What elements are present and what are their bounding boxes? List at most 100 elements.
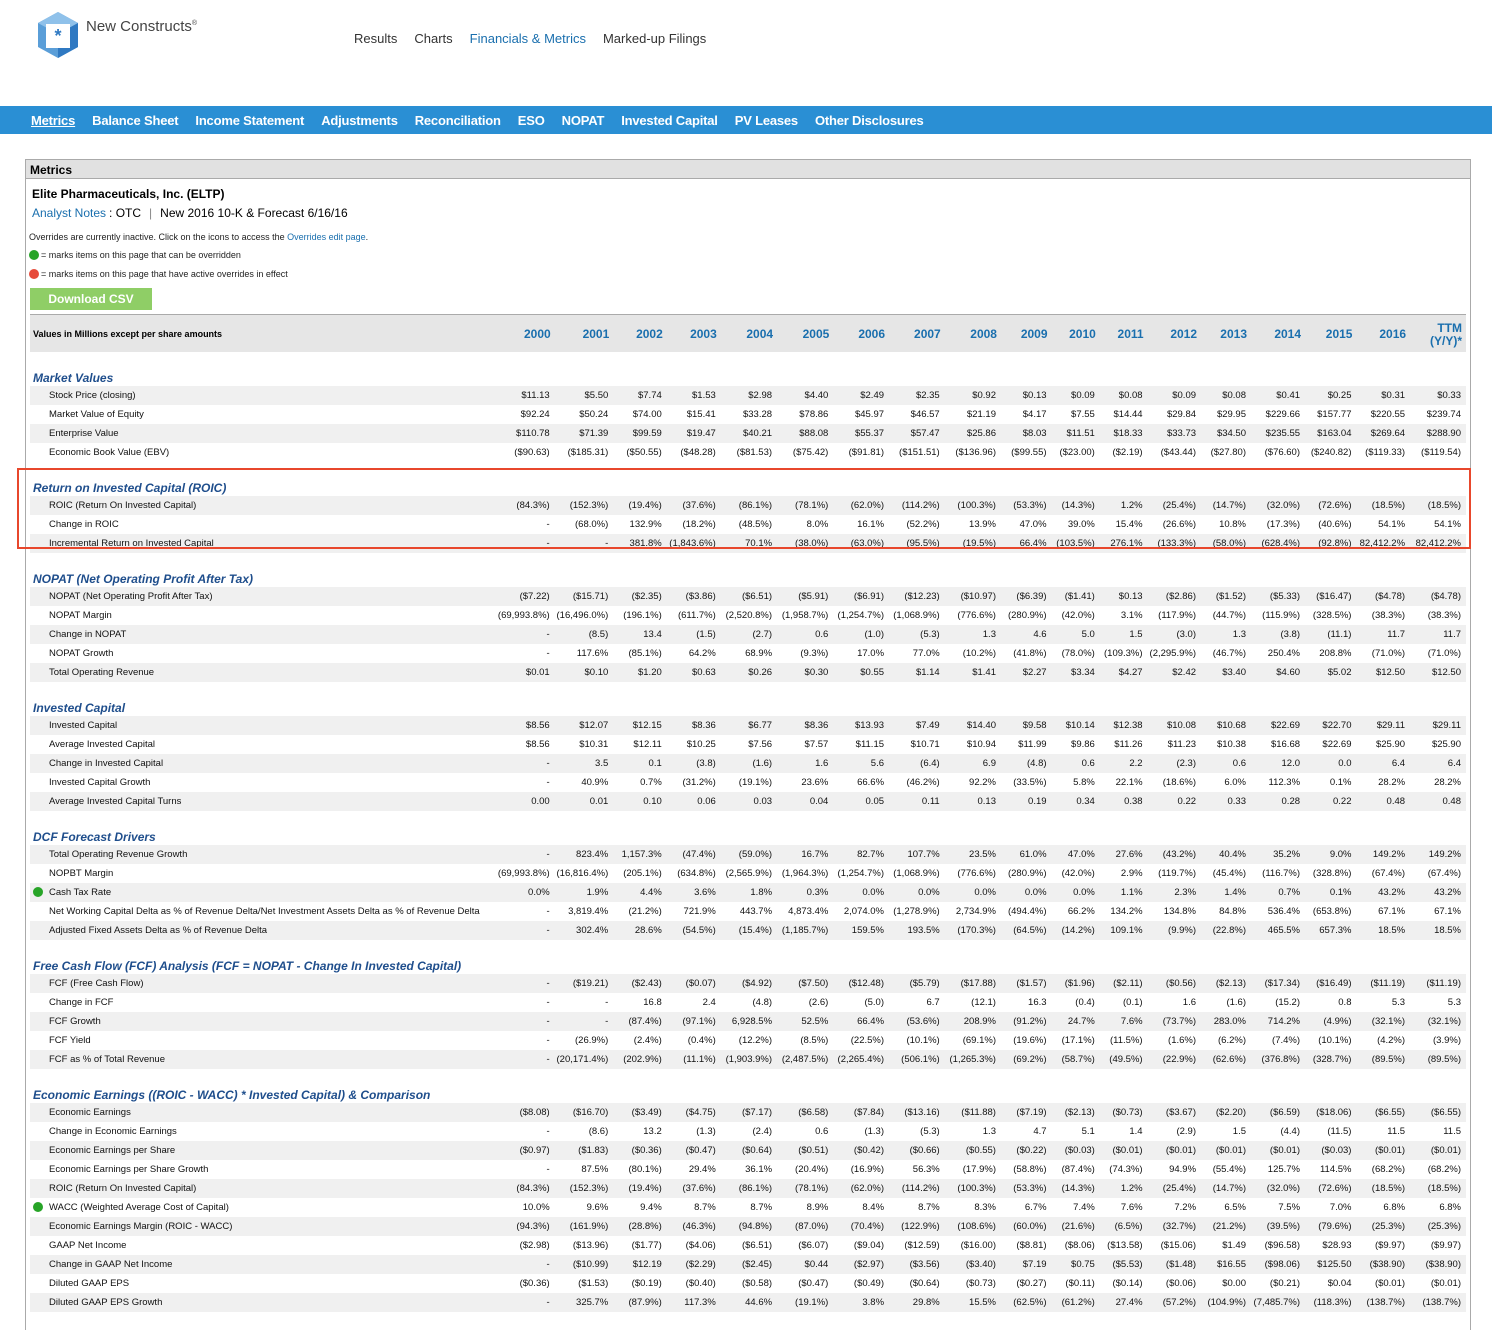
- row-label-text: NOPAT (Net Operating Profit After Tax): [49, 591, 213, 602]
- cell-value: ($119.54): [1421, 447, 1461, 458]
- row-label: ROIC (Return On Invested Capital): [30, 1179, 497, 1198]
- cell-value: 0.13: [944, 792, 1001, 811]
- sub-nav-item-9[interactable]: Other Disclosures: [815, 113, 924, 128]
- cell-value: 36.1%: [745, 1164, 773, 1175]
- cell-value: 43.2%: [1410, 883, 1466, 902]
- table-row: Net Working Capital Delta as % of Revenu…: [30, 902, 1466, 921]
- cell-value: 54.1%: [1378, 519, 1406, 530]
- cell-value: $8.56: [496, 716, 555, 735]
- cell-value: (53.3%): [1000, 496, 1052, 515]
- cell-value: (20.4%): [795, 1164, 829, 1175]
- cell-value: 28.2%: [1434, 777, 1461, 788]
- row-label-text: Change in GAAP Net Income: [49, 1259, 173, 1270]
- cell-value: (46.2%): [906, 777, 940, 788]
- cell-value: $10.31: [579, 739, 609, 750]
- cell-value: $8.03: [1000, 424, 1052, 443]
- cell-value: 6.8%: [1439, 1202, 1461, 1213]
- cell-value: ($18.06): [1305, 1103, 1357, 1122]
- cell-value: 7.6%: [1099, 1012, 1148, 1031]
- cell-value: (25.3%): [1356, 1217, 1411, 1236]
- top-nav-item-3[interactable]: Marked-up Filings: [603, 31, 706, 46]
- override-dot-icon[interactable]: [33, 887, 43, 897]
- cell-value: $12.19: [613, 1255, 667, 1274]
- cell-value: $4.27: [1099, 663, 1148, 682]
- cell-value: $0.09: [1051, 386, 1100, 405]
- cell-value: $0.92: [944, 386, 1001, 405]
- sub-nav-item-5[interactable]: ESO: [518, 113, 545, 128]
- cell-value: (1,254.7%): [837, 868, 885, 879]
- cell-value: (87.4%): [613, 1012, 667, 1031]
- cell-value: ($1.53): [578, 1278, 609, 1289]
- sub-nav-item-8[interactable]: PV Leases: [735, 113, 798, 128]
- sub-nav-item-4[interactable]: Reconciliation: [415, 113, 501, 128]
- cell-value: 823.4%: [554, 845, 614, 864]
- cell-value: (152.3%): [554, 1179, 614, 1198]
- cell-value: (38.0%): [777, 534, 834, 553]
- cell-value: ($0.07): [666, 974, 721, 993]
- cell-value: 5.3: [1391, 997, 1406, 1008]
- sub-nav-item-7[interactable]: Invested Capital: [621, 113, 718, 128]
- cell-value: $12.11: [633, 739, 662, 750]
- cell-value: 0.6: [815, 1126, 829, 1137]
- cell-value: 112.3%: [1268, 777, 1301, 788]
- year-header: 2011: [1099, 314, 1148, 352]
- cell-value: ($13.58): [1107, 1240, 1143, 1251]
- cell-value: 11.5: [1443, 1126, 1461, 1137]
- cell-value: 52.5%: [777, 1012, 834, 1031]
- sub-nav-item-2[interactable]: Income Statement: [195, 113, 304, 128]
- cell-value: ($10.97): [944, 587, 1001, 606]
- cell-value: 107.7%: [889, 845, 945, 864]
- cell-value: $239.74: [1426, 409, 1461, 420]
- cell-value: (1.3): [864, 1126, 885, 1137]
- row-label: Cash Tax Rate: [30, 883, 497, 902]
- top-nav-item-1[interactable]: Charts: [414, 31, 452, 46]
- cell-value: ($6.07): [798, 1240, 829, 1251]
- cell-value: (14.3%): [1051, 1179, 1100, 1198]
- cell-value: (22.5%): [850, 1035, 885, 1046]
- cell-value: ($0.01): [1374, 1278, 1406, 1289]
- download-csv-button[interactable]: Download CSV: [30, 288, 152, 310]
- cell-value: -: [546, 997, 550, 1008]
- cell-value: $0.25: [1305, 386, 1357, 405]
- cell-value: 283.0%: [1201, 1012, 1251, 1031]
- cell-value: ($3.56): [889, 1255, 945, 1274]
- analyst-notes-link[interactable]: Analyst Notes: [32, 206, 106, 220]
- row-label-text: NOPAT Margin: [49, 610, 112, 621]
- top-nav-item-0[interactable]: Results: [354, 31, 397, 46]
- sub-nav-item-3[interactable]: Adjustments: [321, 113, 398, 128]
- row-label-text: ROIC (Return On Invested Capital): [49, 500, 197, 511]
- cell-value: (94.3%): [496, 1217, 555, 1236]
- cell-value: $10.71: [910, 739, 940, 750]
- cell-value: 5.1: [1081, 1126, 1095, 1137]
- top-nav-item-2[interactable]: Financials & Metrics: [470, 31, 586, 46]
- table-row: Economic Book Value (EBV) ($90.63) ($185.3…: [30, 443, 1466, 462]
- sub-nav-item-1[interactable]: Balance Sheet: [92, 113, 178, 128]
- cell-value: ($7.19): [1000, 1103, 1052, 1122]
- row-label: Change in Economic Earnings: [30, 1122, 496, 1141]
- table-row: Total Operating Revenue $0.01 $0.10 $1.20 $0…: [30, 663, 1466, 682]
- cell-value: ($6.51): [720, 587, 778, 606]
- cell-value: ($2.98): [519, 1240, 550, 1251]
- cell-value: (67.4%): [1371, 868, 1406, 879]
- cell-value: 61.0%: [1000, 845, 1052, 864]
- cell-value: $235.55: [1251, 424, 1306, 443]
- table-row: Market Value of Equity $92.24 $50.24 $74.00…: [30, 405, 1466, 424]
- cell-value: ($0.51): [777, 1141, 834, 1160]
- cell-value: (18.5%): [1410, 496, 1466, 515]
- exchange-label: : OTC: [109, 206, 142, 220]
- cell-value: ($8.81): [1016, 1240, 1047, 1251]
- cell-value: (205.1%): [623, 868, 662, 879]
- row-label-text: Adjusted Fixed Assets Delta as % of Reve…: [49, 925, 268, 936]
- sub-nav-item-0[interactable]: Metrics: [31, 113, 75, 128]
- cell-value: 70.1%: [720, 534, 778, 553]
- sub-nav-item-6[interactable]: NOPAT: [562, 113, 605, 128]
- cell-value: 714.2%: [1251, 1012, 1306, 1031]
- cell-value: ($1.52): [1201, 587, 1251, 606]
- overrides-edit-link[interactable]: Overrides edit page: [287, 232, 366, 242]
- brand-logo[interactable]: * New Constructs®: [34, 10, 197, 60]
- cell-value: 6.5%: [1224, 1202, 1246, 1213]
- cell-value: 7.5%: [1278, 1202, 1301, 1213]
- row-label-text: Change in ROIC: [49, 519, 119, 530]
- override-dot-icon[interactable]: [33, 1202, 43, 1212]
- row-label: Economic Earnings per Share: [30, 1141, 497, 1160]
